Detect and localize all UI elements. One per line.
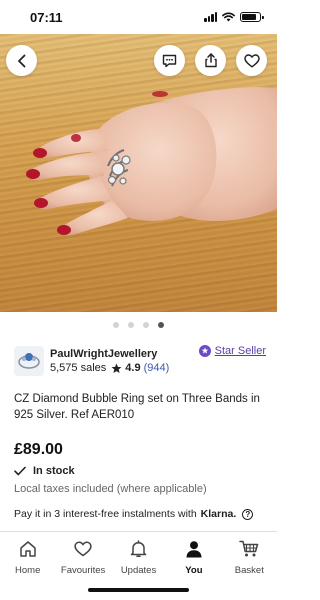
- nav-item-basket[interactable]: Basket: [222, 535, 277, 580]
- heart-icon: [74, 541, 92, 557]
- favourite-button[interactable]: [236, 45, 267, 76]
- checkmark-icon: [14, 466, 26, 476]
- tax-note: Local taxes included (where applicable): [14, 483, 207, 495]
- home-indicator: [88, 588, 189, 592]
- listing-title: CZ Diamond Bubble Ring set on Three Band…: [14, 393, 260, 421]
- status-icons: [204, 12, 264, 22]
- nav-item-favourites[interactable]: Favourites: [55, 535, 110, 580]
- message-seller-button[interactable]: [154, 45, 185, 76]
- bottom-nav: Home Favourites Updates You Basket: [0, 535, 277, 580]
- nav-label-updates: Updates: [120, 565, 157, 576]
- rating-value: 4.9: [125, 361, 141, 374]
- klarna-logo: Klarna.: [200, 508, 237, 520]
- back-button[interactable]: [6, 45, 37, 76]
- status-bar: 07:11: [0, 0, 277, 34]
- share-icon: [204, 53, 217, 68]
- carousel-dot-active[interactable]: [158, 322, 164, 328]
- cart-icon: [239, 540, 259, 557]
- star-icon: [111, 363, 122, 373]
- seller-name[interactable]: PaulWrightJewellery: [50, 347, 199, 361]
- nav-label-you: You: [185, 565, 203, 576]
- seller-info: PaulWrightJewellery 5,575 sales 4.9 (944…: [50, 347, 199, 376]
- wifi-icon: [222, 12, 235, 22]
- stock-label: In stock: [33, 465, 75, 477]
- person-icon: [186, 541, 202, 558]
- seller-stats: 5,575 sales 4.9 (944): [50, 361, 199, 376]
- signal-icon: [204, 12, 217, 22]
- info-icon[interactable]: ?: [242, 508, 254, 520]
- nav-label-home: Home: [15, 565, 41, 576]
- hand-with-ring-illustration: [26, 87, 277, 236]
- nav-item-updates[interactable]: Updates: [111, 535, 166, 580]
- message-icon: [162, 54, 177, 67]
- seller-avatar[interactable]: [14, 346, 44, 376]
- star-seller-icon: [198, 345, 211, 357]
- star-seller-label: Star Seller: [214, 345, 266, 357]
- carousel-dot[interactable]: [143, 322, 149, 328]
- nav-item-you[interactable]: You: [166, 535, 221, 580]
- nav-label-basket: Basket: [234, 565, 264, 576]
- review-count[interactable]: (944): [144, 361, 170, 376]
- share-button[interactable]: [195, 45, 226, 76]
- home-icon: [19, 541, 36, 557]
- battery-icon: [240, 12, 264, 22]
- carousel-dot[interactable]: [113, 322, 119, 328]
- carousel-dot[interactable]: [128, 322, 134, 328]
- carousel-indicator: [0, 322, 277, 328]
- shop-logo-icon: [18, 353, 40, 369]
- klarna-row[interactable]: Pay it in 3 interest-free instalments wi…: [14, 508, 266, 520]
- product-image[interactable]: [0, 34, 277, 312]
- klarna-text: Pay it in 3 interest-free instalments wi…: [14, 508, 197, 520]
- sales-count: 5,575 sales: [50, 361, 107, 374]
- star-seller-badge[interactable]: Star Seller: [198, 345, 266, 357]
- bell-icon: [130, 540, 147, 558]
- status-time: 07:11: [30, 9, 63, 25]
- nav-label-favourites: Favourites: [60, 565, 106, 576]
- seller-row[interactable]: PaulWrightJewellery 5,575 sales 4.9 (944…: [14, 344, 266, 378]
- stock-status: In stock: [14, 465, 75, 477]
- heart-icon: [243, 53, 260, 67]
- listing-price: £89.00: [14, 441, 63, 458]
- nav-item-home[interactable]: Home: [0, 535, 55, 580]
- nav-divider: [0, 531, 277, 532]
- chevron-left-icon: [17, 54, 25, 67]
